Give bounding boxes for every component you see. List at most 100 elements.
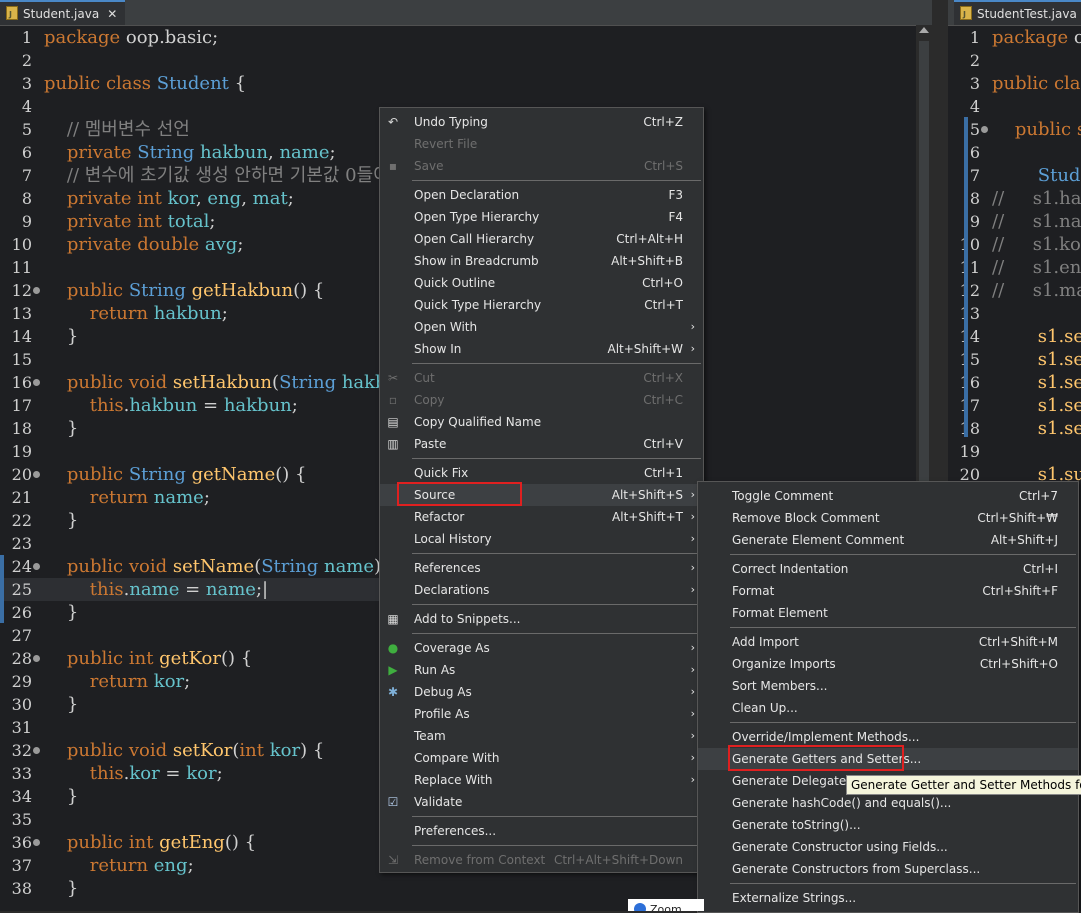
code-line[interactable]: 1 package oo xyxy=(948,26,1081,49)
menu-item-replace-with[interactable]: Replace With › xyxy=(380,769,703,791)
code-line[interactable]: 3 public clas xyxy=(948,72,1081,95)
menu-item-local-history[interactable]: Local History › xyxy=(380,528,703,550)
menu-item-label: Toggle Comment xyxy=(732,489,834,503)
fold-toggle-icon[interactable] xyxy=(33,655,40,662)
menu-item-generate-tostring[interactable]: Generate toString()... xyxy=(698,814,1078,836)
line-number: 36 xyxy=(11,833,32,852)
code-token: setKor xyxy=(172,740,233,761)
menu-item-generate-constructor-using-fields[interactable]: Generate Constructor using Fields... xyxy=(698,836,1078,858)
menu-item-paste[interactable]: ▥ Paste Ctrl+V xyxy=(380,433,703,455)
menu-item-add-import[interactable]: Add Import Ctrl+Shift+M xyxy=(698,631,1078,653)
code-token: Stude xyxy=(1037,165,1081,186)
menu-item-generate-element-comment[interactable]: Generate Element Comment Alt+Shift+J xyxy=(698,529,1078,551)
code-token: mat xyxy=(252,188,288,209)
menu-item-clean-up[interactable]: Clean Up... xyxy=(698,697,1078,719)
code-token: ;| xyxy=(255,579,269,600)
code-line[interactable]: 2 xyxy=(0,49,916,72)
menu-item-profile-as[interactable]: Profile As › xyxy=(380,703,703,725)
menu-item-show-in[interactable]: Show In Alt+Shift+W › xyxy=(380,338,703,360)
fold-toggle-icon[interactable] xyxy=(33,471,40,478)
menu-item-label: Add to Snippets... xyxy=(414,612,521,626)
menu-item-show-in-breadcrumb[interactable]: Show in Breadcrumb Alt+Shift+B xyxy=(380,250,703,272)
menu-item-revert-file[interactable]: Revert File xyxy=(380,133,703,155)
menu-item-copy-qualified-name[interactable]: ▤ Copy Qualified Name xyxy=(380,411,703,433)
code-text: } xyxy=(44,417,78,440)
menu-item-team[interactable]: Team › xyxy=(380,725,703,747)
code-text: s1.set xyxy=(992,348,1081,371)
menu-item-refactor[interactable]: Refactor Alt+Shift+T › xyxy=(380,506,703,528)
code-line[interactable]: 19 xyxy=(948,440,1081,463)
code-token: s1.set xyxy=(1037,349,1081,370)
menu-item-open-declaration[interactable]: Open Declaration F3 xyxy=(380,184,703,206)
line-number: 19 xyxy=(959,442,980,461)
fold-toggle-icon[interactable] xyxy=(33,379,40,386)
code-token: } xyxy=(44,786,79,807)
menu-item-label: Open Call Hierarchy xyxy=(414,232,535,246)
scrollbar-thumb[interactable] xyxy=(919,41,929,481)
code-line[interactable]: 4 xyxy=(948,95,1081,118)
menu-item-sort-members[interactable]: Sort Members... xyxy=(698,675,1078,697)
menu-item-label: Open Type Hierarchy xyxy=(414,210,540,224)
menu-item-label: Quick Fix xyxy=(414,466,469,480)
menu-item-undo-typing[interactable]: ↶ Undo Typing Ctrl+Z xyxy=(380,111,703,133)
menu-item-format-element[interactable]: Format Element xyxy=(698,602,1078,624)
menu-item-open-call-hierarchy[interactable]: Open Call Hierarchy Ctrl+Alt+H xyxy=(380,228,703,250)
menu-item-label: Format Element xyxy=(732,606,828,620)
code-line[interactable]: 1 package oop.basic; xyxy=(0,26,916,49)
code-token: String xyxy=(128,464,192,485)
menu-item-declarations[interactable]: Declarations › xyxy=(380,579,703,601)
code-text: public class Student { xyxy=(44,72,246,95)
zoom-popup[interactable]: Zoom xyxy=(628,899,704,911)
menu-item-references[interactable]: References › xyxy=(380,557,703,579)
code-line[interactable]: 3 public class Student { xyxy=(0,72,916,95)
menu-item-preferences[interactable]: Preferences... xyxy=(380,820,703,842)
close-tab-icon[interactable]: ✕ xyxy=(107,7,117,21)
line-number: 16 xyxy=(11,373,32,392)
fold-toggle-icon[interactable] xyxy=(33,563,40,570)
code-text: private String hakbun, name; xyxy=(44,141,336,164)
scroll-up-icon[interactable] xyxy=(919,27,929,33)
menu-item-toggle-comment[interactable]: Toggle Comment Ctrl+7 xyxy=(698,485,1078,507)
menu-item-open-type-hierarchy[interactable]: Open Type Hierarchy F4 xyxy=(380,206,703,228)
menu-item-quick-outline[interactable]: Quick Outline Ctrl+O xyxy=(380,272,703,294)
code-line[interactable]: 2 xyxy=(948,49,1081,72)
menu-item-generate-hashcode-and-equals[interactable]: Generate hashCode() and equals()... xyxy=(698,792,1078,814)
code-token: , xyxy=(241,188,253,209)
code-text: package oo xyxy=(992,26,1081,49)
menu-item-label: Clean Up... xyxy=(732,701,798,715)
fold-toggle-icon[interactable] xyxy=(981,126,988,133)
code-token: this xyxy=(44,579,124,600)
fold-toggle-icon[interactable] xyxy=(33,747,40,754)
menu-item-organize-imports[interactable]: Organize Imports Ctrl+Shift+O xyxy=(698,653,1078,675)
menu-item-quick-type-hierarchy[interactable]: Quick Type Hierarchy Ctrl+T xyxy=(380,294,703,316)
code-token: setHakbun xyxy=(172,372,273,393)
fold-toggle-icon[interactable] xyxy=(33,287,40,294)
menu-item-debug-as[interactable]: ✱ Debug As › xyxy=(380,681,703,703)
code-token: } xyxy=(44,878,79,899)
menu-item-remove-block-comment[interactable]: Remove Block Comment Ctrl+Shift+₩ xyxy=(698,507,1078,529)
menu-item-coverage-as[interactable]: ● Coverage As › xyxy=(380,637,703,659)
code-text: public void setName(String name) { xyxy=(44,555,398,578)
zoom-label: Zoom xyxy=(650,903,682,911)
line-number: 34 xyxy=(11,787,32,806)
menu-item-externalize-strings[interactable]: Externalize Strings... xyxy=(698,887,1078,909)
tab-studenttest-java[interactable]: StudentTest.java xyxy=(954,0,1081,27)
menu-item-copy[interactable]: ▫ Copy Ctrl+C xyxy=(380,389,703,411)
menu-item-compare-with[interactable]: Compare With › xyxy=(380,747,703,769)
menu-item-add-to-snippets[interactable]: ▦ Add to Snippets... xyxy=(380,608,703,630)
fold-toggle-icon[interactable] xyxy=(33,839,40,846)
menu-item-format[interactable]: Format Ctrl+Shift+F xyxy=(698,580,1078,602)
line-number: 1 xyxy=(21,28,32,47)
menu-item-quick-fix[interactable]: Quick Fix Ctrl+1 xyxy=(380,462,703,484)
line-number: 1 xyxy=(969,28,980,47)
menu-item-remove-from-context[interactable]: ⇲ Remove from Context Ctrl+Alt+Shift+Down xyxy=(380,849,703,871)
menu-item-validate[interactable]: ☑ Validate xyxy=(380,791,703,813)
menu-item-cut[interactable]: ✂ Cut Ctrl+X xyxy=(380,367,703,389)
menu-item-correct-indentation[interactable]: Correct Indentation Ctrl+I xyxy=(698,558,1078,580)
menu-item-run-as[interactable]: ▶ Run As › xyxy=(380,659,703,681)
code-token: Student xyxy=(156,73,235,94)
menu-item-save[interactable]: ▪ Save Ctrl+S xyxy=(380,155,703,177)
menu-item-open-with[interactable]: Open With › xyxy=(380,316,703,338)
menu-item-generate-constructors-from-superclass[interactable]: Generate Constructors from Superclass... xyxy=(698,858,1078,880)
tab-student-java[interactable]: Student.java ✕ xyxy=(0,0,126,27)
